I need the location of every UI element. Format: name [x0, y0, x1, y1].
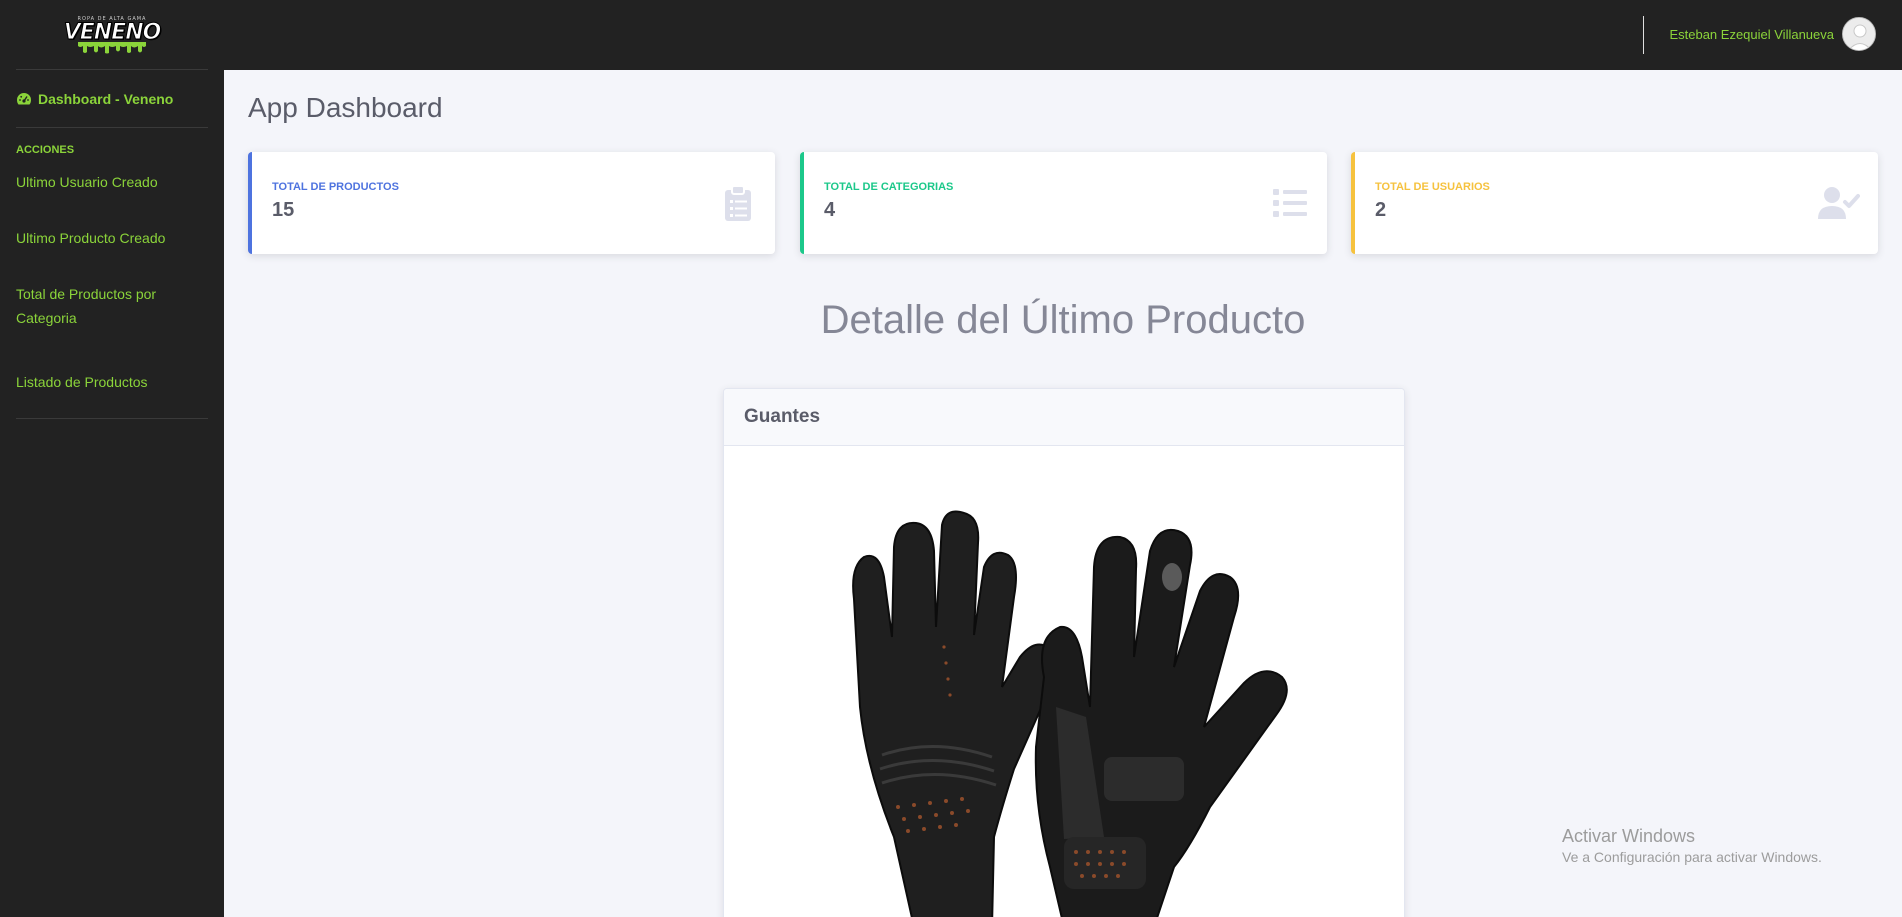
watermark-title: Activar Windows: [1562, 826, 1696, 846]
tachometer-icon: [16, 91, 32, 107]
sidebar-item-last-user[interactable]: Ultimo Usuario Creado: [16, 170, 208, 194]
user-check-icon: [1818, 187, 1860, 219]
card-label: TOTAL DE USUARIOS: [1375, 181, 1490, 193]
product-name: Guantes: [724, 389, 1404, 446]
card-total-products: TOTAL DE PRODUCTOS 15: [248, 152, 775, 254]
product-image: [852, 510, 1288, 917]
user-name: Esteban Ezequiel Villanueva: [1669, 26, 1834, 42]
topbar-divider: [1643, 16, 1644, 54]
sidebar: ROPA DE ALTA GAMA VENENO Dashboard - Ven…: [0, 0, 224, 917]
card-value: 2: [1375, 199, 1387, 221]
logo-word: VENENO: [63, 19, 162, 45]
card-value: 15: [272, 199, 295, 221]
card-value: 4: [824, 199, 836, 221]
page-title: App Dashboard: [248, 92, 443, 123]
avatar[interactable]: [1842, 17, 1876, 51]
section-title: Detalle del Último Producto: [820, 298, 1306, 342]
sidebar-item-dashboard-label: Dashboard - Veneno: [38, 90, 174, 107]
sidebar-divider: [16, 418, 208, 419]
card-total-categories: TOTAL DE CATEGORIAS 4: [800, 152, 1327, 254]
user-menu[interactable]: Esteban Ezequiel Villanueva: [1669, 17, 1876, 51]
user-avatar-icon: [1843, 18, 1875, 50]
sidebar-heading: ACCIONES: [16, 144, 75, 156]
sidebar-item-products-by-category[interactable]: Total de Productos por Categoria: [16, 282, 208, 330]
list-icon: [1273, 189, 1307, 217]
sidebar-item-dashboard[interactable]: Dashboard - Veneno: [16, 70, 208, 128]
last-product-card: Guantes: [723, 388, 1405, 917]
windows-activation-watermark: Activar Windows Ve a Configuración para …: [1562, 826, 1822, 865]
card-label: TOTAL DE PRODUCTOS: [272, 181, 399, 193]
logo-drip-icon: [78, 41, 146, 53]
sidebar-item-product-list[interactable]: Listado de Productos: [16, 370, 208, 394]
clipboard-list-icon: [725, 185, 751, 221]
veneno-logo[interactable]: ROPA DE ALTA GAMA VENENO: [63, 5, 162, 65]
main-content: App Dashboard TOTAL DE PRODUCTOS 15 TOTA…: [224, 70, 1902, 917]
watermark-subtitle: Ve a Configuración para activar Windows.: [1562, 849, 1822, 865]
topbar: Esteban Ezequiel Villanueva: [224, 0, 1902, 70]
card-total-users: TOTAL DE USUARIOS 2: [1351, 152, 1878, 254]
sidebar-item-last-product[interactable]: Ultimo Producto Creado: [16, 226, 208, 250]
brand[interactable]: ROPA DE ALTA GAMA VENENO: [16, 0, 208, 70]
card-label: TOTAL DE CATEGORIAS: [824, 181, 954, 193]
